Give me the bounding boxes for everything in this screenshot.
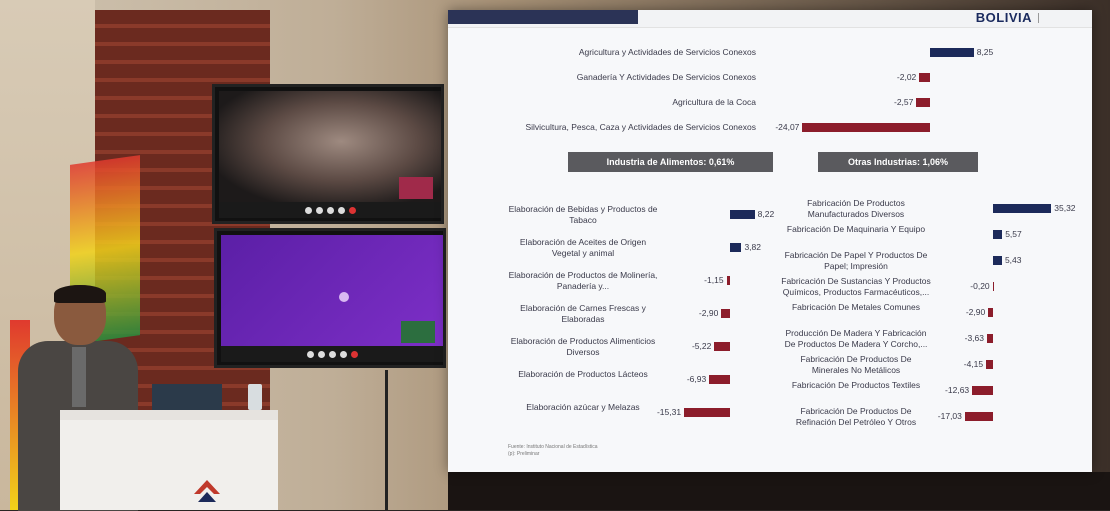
stage-floor — [448, 472, 1110, 510]
video-call-monitor-bottom — [214, 228, 446, 368]
end-call-icon — [349, 207, 356, 214]
source-line: (p): Preliminar — [508, 451, 598, 458]
bar — [721, 309, 730, 318]
value-label: -4,15 — [954, 359, 983, 369]
more-icon — [338, 207, 345, 214]
value-label: -2,90 — [956, 307, 985, 317]
mic-icon — [307, 351, 314, 358]
value-label: -2,57 — [884, 97, 913, 107]
mic-icon — [305, 207, 312, 214]
call-toolbar — [221, 346, 443, 362]
value-label: -0,20 — [961, 281, 990, 291]
value-label: -15,31 — [652, 407, 681, 417]
bar — [987, 334, 993, 343]
category-label: Silvicultura, Pesca, Caza y Actividades … — [456, 122, 756, 132]
bar — [986, 360, 993, 369]
bar — [727, 276, 730, 285]
bar — [988, 308, 993, 317]
value-label: -12,63 — [940, 385, 969, 395]
source-line: Fuente: Instituto Nacional de Estadístic… — [508, 444, 598, 451]
bar — [730, 243, 741, 252]
lectern-logo-icon — [192, 478, 222, 510]
share-icon — [329, 351, 336, 358]
slide-header-bar: BOLIVIA — [448, 10, 1092, 28]
value-label: 5,57 — [1005, 229, 1022, 239]
bar — [730, 210, 755, 219]
camera-icon — [316, 207, 323, 214]
category-label: Agricultura de la Coca — [456, 97, 756, 107]
value-label: 8,22 — [758, 209, 775, 219]
value-label: -5,22 — [682, 341, 711, 351]
category-label: Elaboración de Aceites de Origen Vegetal… — [508, 237, 658, 259]
bar — [993, 256, 1002, 265]
value-label: -2,90 — [689, 308, 718, 318]
value-label: -17,03 — [933, 411, 962, 421]
category-label: Producción De Madera Y Fabricación De Pr… — [781, 328, 931, 350]
category-label: Fabricación De Maquinaria Y Equipo — [781, 224, 931, 235]
value-label: -3,63 — [955, 333, 984, 343]
category-label: Ganadería Y Actividades De Servicios Con… — [456, 72, 756, 82]
bar — [930, 48, 974, 57]
category-label: Fabricación De Productos De Refinación D… — [781, 406, 931, 428]
water-glass — [248, 384, 262, 410]
bar — [965, 412, 993, 421]
brand-logo-text: BOLIVIA — [976, 10, 1032, 25]
category-label: Elaboración de Productos de Molinería, P… — [508, 270, 658, 292]
bar — [714, 342, 730, 351]
value-label: 8,25 — [977, 47, 994, 57]
projection-screen: BOLIVIA Industria de Alimentos: 0,61% Ot… — [448, 10, 1092, 472]
category-label: Elaboración de Productos Alimenticios Di… — [508, 336, 658, 358]
camera-icon — [318, 351, 325, 358]
self-view-thumbnail — [399, 177, 433, 199]
call-toolbar — [219, 202, 441, 218]
self-view-thumbnail — [401, 321, 435, 343]
value-label: 5,43 — [1005, 255, 1022, 265]
source-note: Fuente: Instituto Nacional de Estadístic… — [508, 444, 598, 458]
lectern — [60, 410, 278, 510]
category-label: Elaboración de Productos Lácteos — [508, 369, 658, 380]
category-label: Elaboración de Bebidas y Productos de Ta… — [508, 204, 658, 226]
value-label: -1,15 — [695, 275, 724, 285]
participant-avatar — [339, 292, 349, 302]
value-label: 35,32 — [1054, 203, 1075, 213]
more-icon — [340, 351, 347, 358]
value-label: -2,02 — [887, 72, 916, 82]
category-label: Fabricación De Sustancias Y Productos Qu… — [781, 276, 931, 298]
bar — [684, 408, 730, 417]
speaker-tie — [72, 347, 86, 407]
end-call-icon — [351, 351, 358, 358]
bar — [972, 386, 993, 395]
bar — [993, 204, 1051, 213]
value-label: -6,93 — [677, 374, 706, 384]
other-industries-header: Otras Industrias: 1,06% — [818, 152, 978, 172]
food-industry-header: Industria de Alimentos: 0,61% — [568, 152, 773, 172]
category-label: Agricultura y Actividades de Servicios C… — [456, 47, 756, 57]
monitor-stand — [385, 370, 388, 510]
video-call-monitor-top — [212, 84, 444, 224]
speaker-hair — [54, 285, 106, 303]
category-label: Elaboración de Carnes Frescas y Elaborad… — [508, 303, 658, 325]
slide-title-bar — [448, 10, 638, 24]
ministry-logo-icon — [1038, 13, 1084, 23]
bar — [802, 123, 930, 132]
category-label: Fabricación De Productos Textiles — [781, 380, 931, 391]
value-label: -24,07 — [770, 122, 799, 132]
share-icon — [327, 207, 334, 214]
category-label: Fabricación De Productos De Minerales No… — [781, 354, 931, 376]
bar — [916, 98, 930, 107]
bar — [993, 230, 1002, 239]
category-label: Fabricación De Productos Manufacturados … — [781, 198, 931, 220]
category-label: Fabricación De Papel Y Productos De Pape… — [781, 250, 931, 272]
value-label: 3,82 — [744, 242, 761, 252]
category-label: Elaboración azúcar y Melazas — [508, 402, 658, 413]
bar — [709, 375, 730, 384]
bar — [919, 73, 930, 82]
category-label: Fabricación De Metales Comunes — [781, 302, 931, 313]
